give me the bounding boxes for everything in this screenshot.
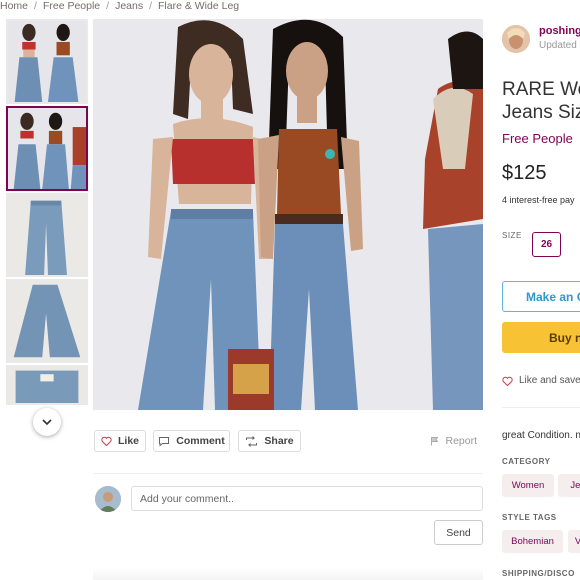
page-footer-fade	[93, 568, 483, 580]
comment-button[interactable]: Comment	[153, 430, 230, 452]
user-avatar	[95, 486, 121, 512]
speech-bubble-icon	[159, 436, 170, 447]
listing-title-line-1: RARE We	[502, 79, 580, 100]
report-link[interactable]: Report	[430, 430, 477, 452]
main-product-photo[interactable]	[93, 19, 483, 410]
make-offer-button[interactable]: Make an O	[502, 281, 580, 312]
shipping-heading: SHIPPING/DISCO	[502, 569, 575, 578]
like-label: Like	[117, 435, 139, 447]
avatar-image	[95, 486, 121, 512]
share-arrows-icon	[246, 435, 258, 447]
comment-input[interactable]	[131, 486, 483, 511]
breadcrumb-free-people[interactable]: Free People	[43, 0, 100, 12]
listing-title: RARE We Jeans Siz	[502, 78, 580, 124]
social-actions: Like Comment Share Report	[93, 430, 483, 454]
style-tag-v[interactable]: V	[568, 530, 580, 553]
thumbnail-strip	[0, 17, 92, 436]
chevron-down-icon	[42, 419, 52, 426]
share-button[interactable]: Share	[238, 430, 301, 452]
category-heading: CATEGORY	[502, 457, 551, 466]
category-chip-women[interactable]: Women	[502, 474, 554, 497]
thumbnail-2[interactable]	[6, 106, 88, 191]
size-label: SIZE	[502, 231, 522, 240]
divider	[93, 473, 483, 474]
category-chip-jeans[interactable]: Jea	[558, 474, 580, 497]
seller-avatar-image	[502, 25, 530, 53]
product-photo-illustration	[93, 19, 483, 410]
breadcrumb-separator: /	[149, 0, 153, 12]
breadcrumb-flare-wide-leg[interactable]: Flare & Wide Leg	[158, 0, 239, 12]
seller-name[interactable]: poshing	[539, 25, 580, 37]
seller-avatar[interactable]	[502, 25, 530, 53]
breadcrumb-jeans[interactable]: Jeans	[115, 0, 143, 12]
breadcrumb-separator: /	[34, 0, 37, 12]
heart-icon	[502, 376, 513, 386]
thumbnail-scroll-down-button[interactable]	[33, 408, 61, 436]
thumbnail-1[interactable]	[6, 19, 88, 104]
installments-info[interactable]: 4 interest-free pay	[502, 195, 575, 205]
like-and-save[interactable]: Like and save	[502, 375, 580, 386]
thumbnail-5[interactable]	[6, 365, 88, 405]
style-tag-bohemian[interactable]: Bohemian	[502, 530, 563, 553]
listing-details: poshing Updated RARE We Jeans Siz Free P…	[492, 0, 580, 580]
like-and-save-label: Like and save	[519, 375, 580, 386]
send-button[interactable]: Send	[434, 520, 483, 545]
description: great Condition. n	[502, 430, 580, 441]
brand-link[interactable]: Free People	[502, 131, 573, 146]
size-option[interactable]: 26	[532, 232, 561, 257]
listing-title-line-2: Jeans Siz	[502, 102, 580, 123]
report-label: Report	[445, 435, 477, 447]
buy-now-button[interactable]: Buy n	[502, 322, 580, 353]
divider	[502, 407, 580, 408]
share-label: Share	[264, 435, 294, 447]
seller-updated: Updated	[539, 40, 577, 51]
like-button[interactable]: Like	[94, 430, 146, 452]
price: $125	[502, 162, 547, 184]
breadcrumb-home[interactable]: Home	[0, 0, 28, 12]
breadcrumb-separator: /	[106, 0, 110, 12]
comment-label: Comment	[176, 435, 225, 447]
heart-icon	[101, 436, 112, 446]
thumbnail-4[interactable]	[6, 279, 88, 363]
style-tags-heading: STYLE TAGS	[502, 513, 557, 522]
thumbnail-3[interactable]	[6, 193, 88, 277]
flag-icon	[431, 437, 439, 446]
